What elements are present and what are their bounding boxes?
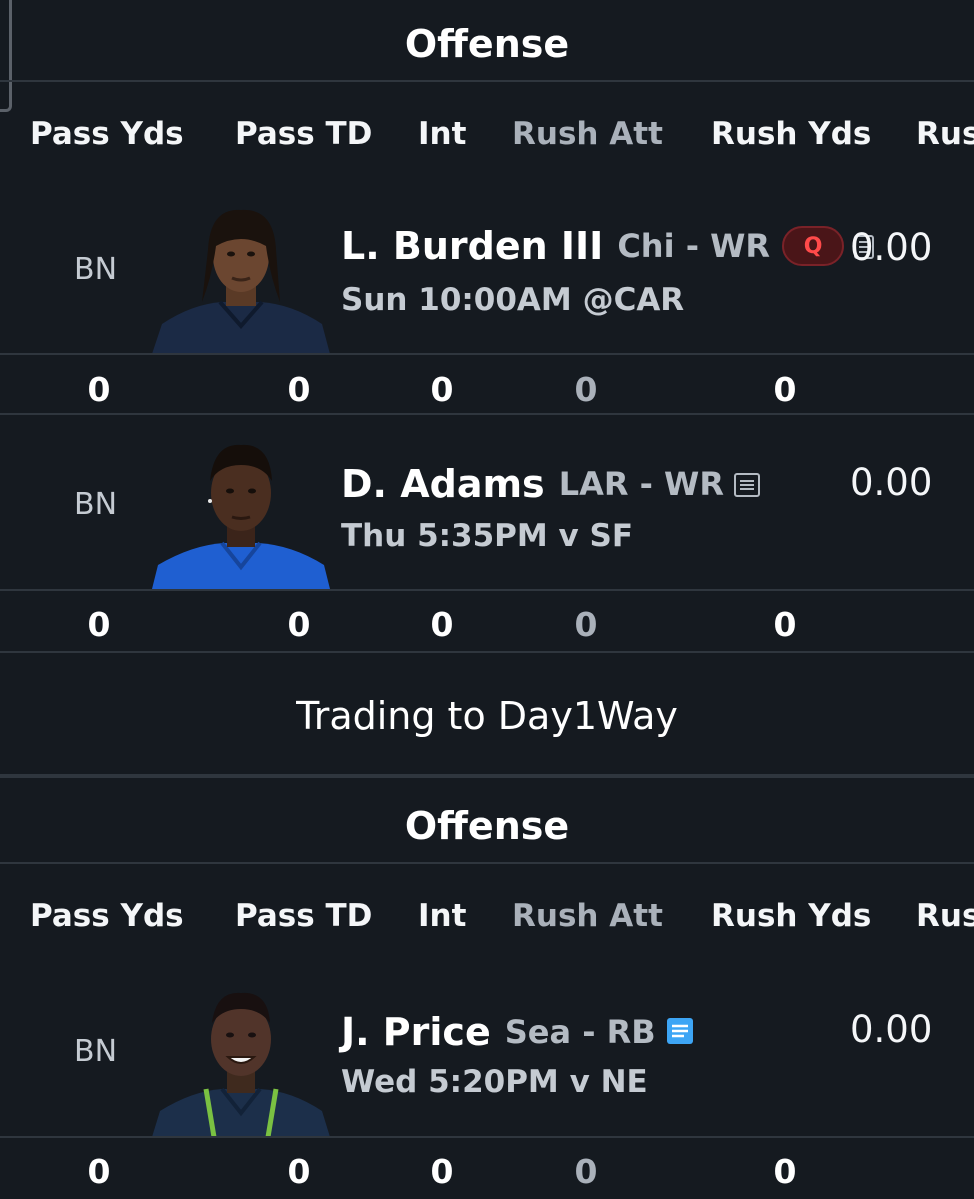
stat-rush-yds: 0 (773, 605, 797, 644)
stat-pass-td: 0 (287, 370, 311, 409)
column-header-rush-att[interactable]: Rush Att (512, 898, 663, 934)
roster-slot[interactable]: BN (74, 252, 117, 287)
column-header-int[interactable]: Int (418, 116, 466, 152)
column-header-int[interactable]: Int (418, 898, 466, 934)
section-title-offense: Offense (404, 804, 570, 848)
divider (0, 651, 974, 653)
stat-int: 0 (430, 1152, 454, 1191)
column-header-rush-yds[interactable]: Rush Yds (711, 898, 871, 934)
section-title-offense: Offense (404, 22, 570, 66)
stat-pass-td: 0 (287, 1152, 311, 1191)
trading-to-label: Trading to Day1Way (296, 694, 678, 738)
player-headshot[interactable] (152, 441, 330, 589)
column-header-pass-yds[interactable]: Pass Yds (30, 116, 184, 152)
projected-points: 0.00 (850, 1008, 933, 1051)
stat-pass-yds: 0 (87, 1152, 111, 1191)
stat-pass-yds: 0 (87, 605, 111, 644)
column-header-rush-td[interactable]: Rus (916, 116, 974, 152)
player-team-position: LAR - WR (558, 465, 724, 503)
stat-rush-att: 0 (574, 370, 598, 409)
player-headshot[interactable] (152, 206, 330, 354)
column-header-pass-yds[interactable]: Pass Yds (30, 898, 184, 934)
roster-slot[interactable]: BN (74, 487, 117, 522)
injury-status-badge[interactable]: Q (782, 226, 845, 266)
divider (0, 589, 974, 591)
divider (0, 413, 974, 415)
divider (0, 353, 974, 355)
projected-points: 0.00 (850, 461, 933, 504)
player-note-icon-active[interactable] (666, 1010, 694, 1054)
divider (0, 80, 974, 82)
player-team-position: Sea - RB (504, 1013, 656, 1051)
stat-pass-td: 0 (287, 605, 311, 644)
divider (0, 774, 974, 778)
stat-rush-att: 0 (574, 1152, 598, 1191)
player-team-position: Chi - WR (617, 227, 771, 265)
roster-slot[interactable]: BN (74, 1034, 117, 1069)
player-name[interactable]: D. Adams (341, 462, 545, 506)
column-header-pass-td[interactable]: Pass TD (235, 898, 372, 934)
player-name[interactable]: J. Price (341, 1010, 491, 1054)
stat-rush-yds: 0 (773, 1152, 797, 1191)
player-name-line: L. Burden III Chi - WR Q (341, 224, 875, 268)
column-header-pass-td[interactable]: Pass TD (235, 116, 372, 152)
player-name[interactable]: L. Burden III (341, 224, 603, 268)
game-info: Sun 10:00AM @CAR (341, 282, 685, 318)
divider (0, 1136, 974, 1138)
player-name-line: J. Price Sea - RB (341, 1010, 694, 1054)
player-headshot[interactable] (152, 989, 330, 1137)
player-note-icon[interactable] (733, 462, 760, 506)
player-name-line: D. Adams LAR - WR (341, 462, 760, 506)
divider (0, 862, 974, 864)
stat-int: 0 (430, 605, 454, 644)
stat-pass-yds: 0 (87, 370, 111, 409)
game-info: Thu 5:35PM v SF (341, 518, 634, 554)
column-header-rush-att[interactable]: Rush Att (512, 116, 663, 152)
projected-points: 0.00 (850, 226, 933, 269)
game-info: Wed 5:20PM v NE (341, 1064, 648, 1100)
stat-rush-yds: 0 (773, 370, 797, 409)
stat-int: 0 (430, 370, 454, 409)
stat-rush-att: 0 (574, 605, 598, 644)
column-header-rush-yds[interactable]: Rush Yds (711, 116, 871, 152)
column-header-rush-td[interactable]: Rus (916, 898, 974, 934)
